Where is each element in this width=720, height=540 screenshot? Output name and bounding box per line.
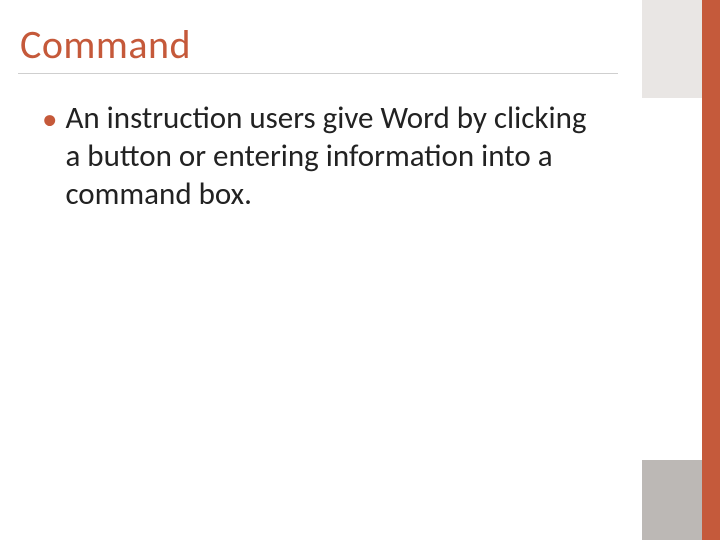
slide-title: Command: [20, 20, 191, 69]
bullet-item: • An instruction users give Word by clic…: [42, 100, 602, 213]
bullet-text: An instruction users give Word by clicki…: [65, 100, 602, 213]
decor-right-orange-bar: [702, 0, 720, 540]
bullet-dot-icon: •: [42, 101, 57, 139]
decor-top-gray-block: [642, 0, 702, 98]
slide: Command • An instruction users give Word…: [0, 0, 720, 540]
title-underline: [18, 73, 618, 74]
slide-body: • An instruction users give Word by clic…: [42, 100, 602, 213]
decor-bottom-gray-block: [642, 460, 702, 540]
